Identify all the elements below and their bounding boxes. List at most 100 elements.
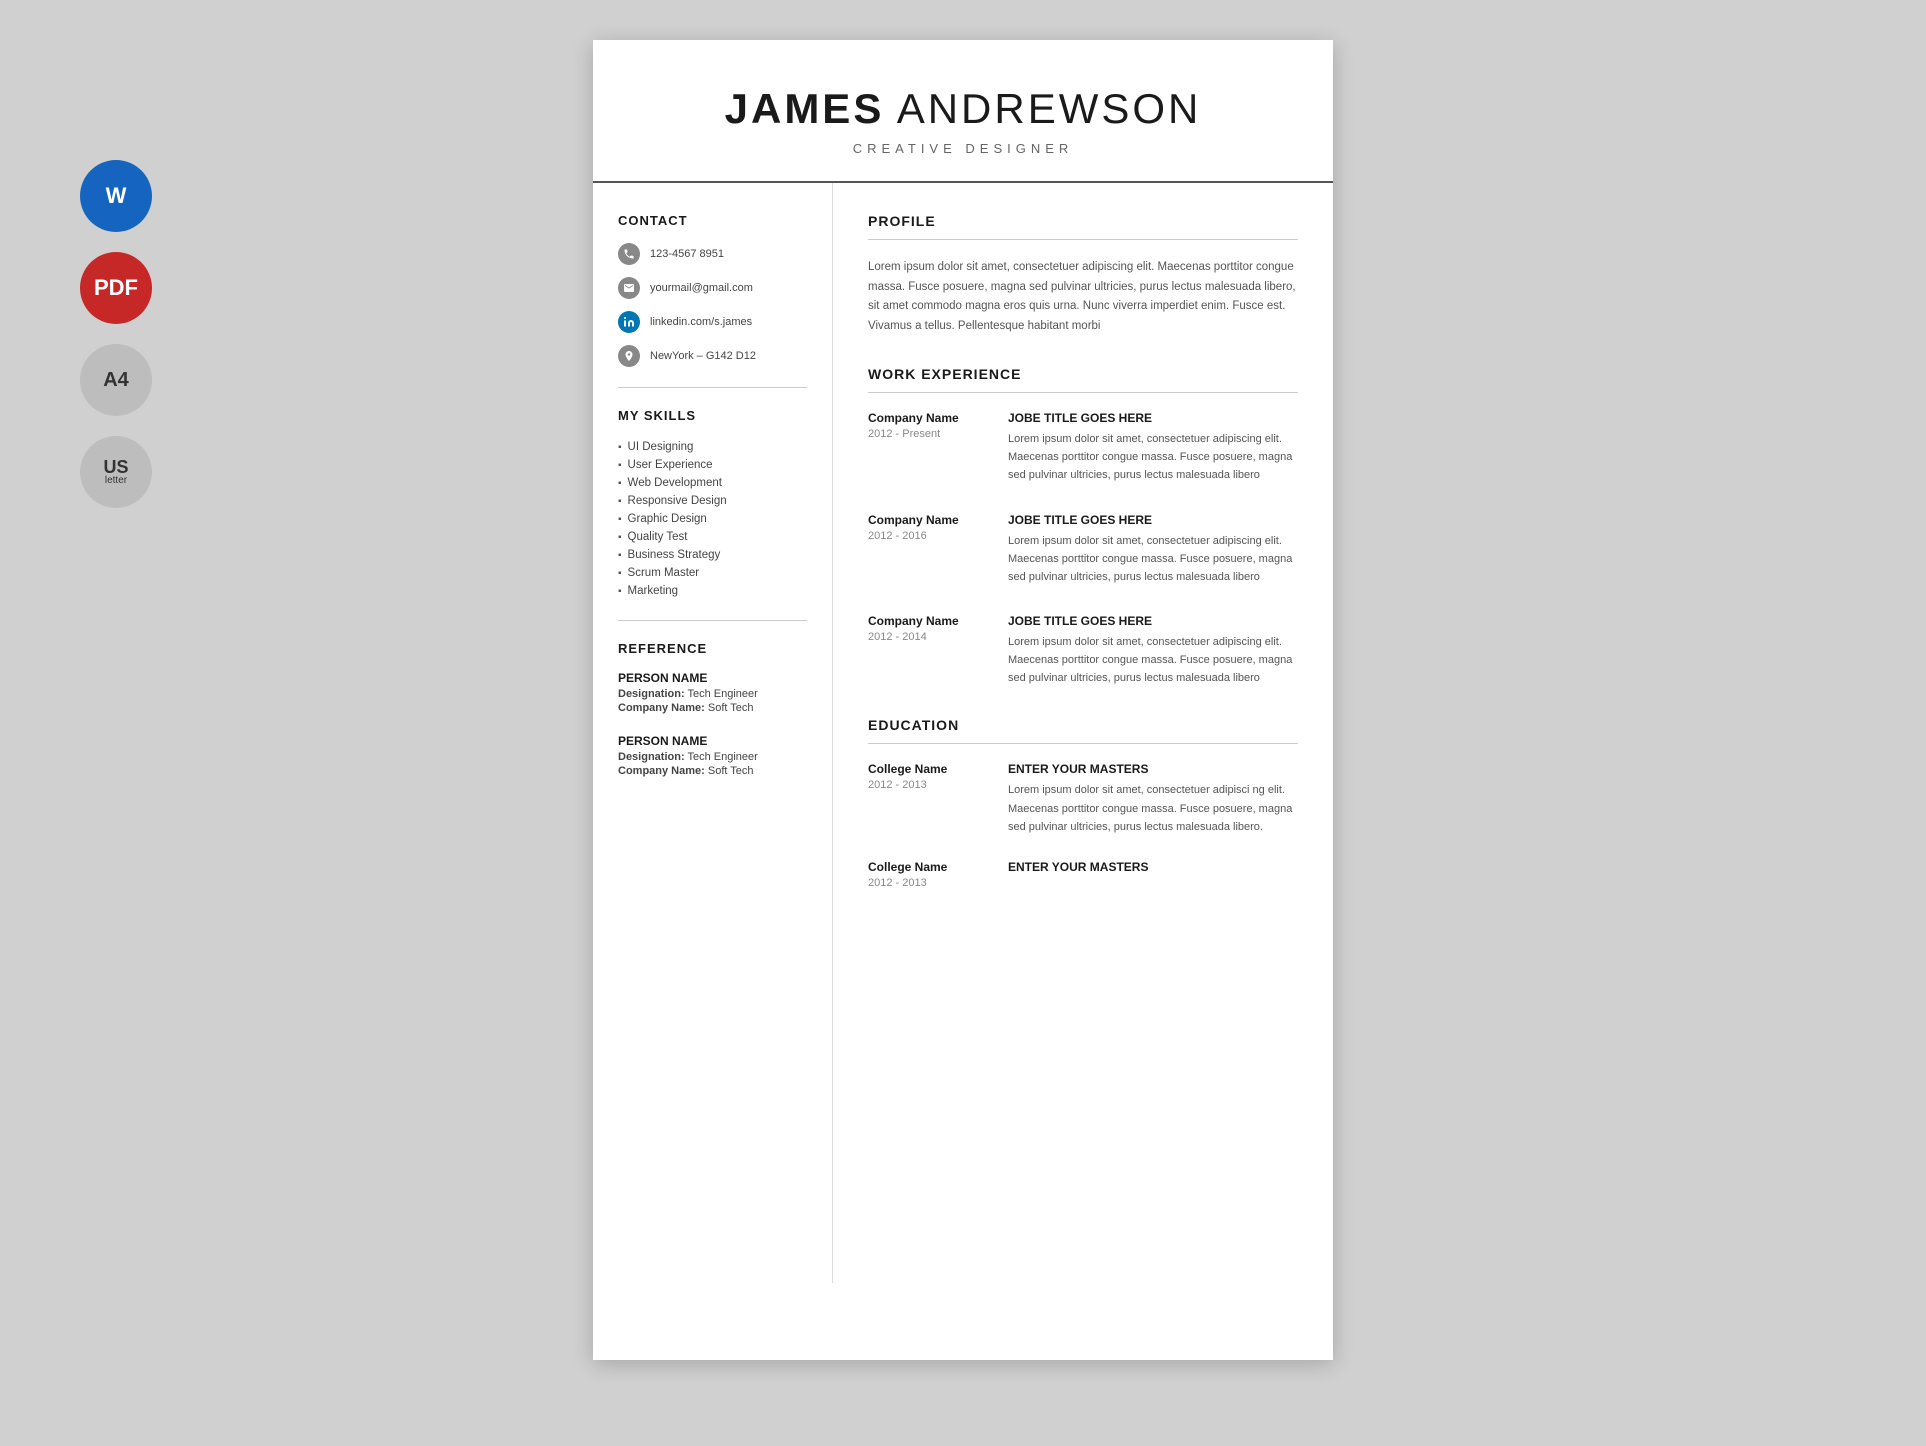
work-company-2: Company Name <box>868 513 988 527</box>
ref-designation-value-2: Tech Engineer <box>687 751 757 763</box>
skill-item: Responsive Design <box>618 492 807 510</box>
pdf-icon-label: PDF <box>94 277 138 299</box>
ref-designation-label-1: Designation: <box>618 688 685 700</box>
contact-divider <box>618 387 807 388</box>
edu-right-2: ENTER YOUR MASTERS <box>1008 860 1298 889</box>
contact-phone-item: 123-4567 8951 <box>618 243 807 265</box>
ref-company-1: Company Name: Soft Tech <box>618 702 807 714</box>
profile-text: Lorem ipsum dolor sit amet, consectetuer… <box>868 258 1298 336</box>
linkedin-icon <box>618 311 640 333</box>
edu-entry-1: College Name 2012 - 2013 ENTER YOUR MAST… <box>868 762 1298 835</box>
work-right-1: JOBE TITLE GOES HERE Lorem ipsum dolor s… <box>1008 411 1298 484</box>
skills-section: MY SKILLS UI Designing User Experience W… <box>618 408 807 600</box>
work-desc-3: Lorem ipsum dolor sit amet, consectetuer… <box>1008 633 1298 687</box>
work-divider <box>868 392 1298 393</box>
work-left-2: Company Name 2012 - 2016 <box>868 513 988 586</box>
location-icon <box>618 345 640 367</box>
ref-company-label-1: Company Name: <box>618 702 705 714</box>
edu-degree-2: ENTER YOUR MASTERS <box>1008 860 1298 874</box>
work-experience-section: WORK EXPERIENCE Company Name 2012 - Pres… <box>868 366 1298 687</box>
word-icon-badge[interactable]: W <box>80 160 152 232</box>
ref-designation-label-2: Designation: <box>618 751 685 763</box>
ref-company-2: Company Name: Soft Tech <box>618 765 807 777</box>
email-icon <box>618 277 640 299</box>
phone-svg <box>623 248 635 260</box>
word-icon-letter: W <box>106 185 127 207</box>
edu-college-2: College Name <box>868 860 988 874</box>
skill-item: User Experience <box>618 456 807 474</box>
us-icon-badge[interactable]: US letter <box>80 436 152 508</box>
ref-designation-2: Designation: Tech Engineer <box>618 751 807 763</box>
a4-icon-label: A4 <box>103 370 129 390</box>
work-right-3: JOBE TITLE GOES HERE Lorem ipsum dolor s… <box>1008 614 1298 687</box>
skills-list: UI Designing User Experience Web Develop… <box>618 438 807 600</box>
left-column: CONTACT 123-4567 8951 yourmail@gmail.com <box>593 183 833 1283</box>
ref-name-2: PERSON NAME <box>618 734 807 748</box>
reference-item-2: PERSON NAME Designation: Tech Engineer C… <box>618 734 807 777</box>
skill-item: Marketing <box>618 582 807 600</box>
sidebar-icons: W PDF A4 US letter <box>80 160 152 508</box>
education-divider <box>868 743 1298 744</box>
resume-paper: JAMES ANDREWSON CREATIVE DESIGNER CONTAC… <box>593 40 1333 1360</box>
ref-designation-value-1: Tech Engineer <box>687 688 757 700</box>
reference-item-1: PERSON NAME Designation: Tech Engineer C… <box>618 671 807 714</box>
phone-icon <box>618 243 640 265</box>
skill-item: Quality Test <box>618 528 807 546</box>
us-icon-sub: letter <box>105 476 127 486</box>
edu-right-1: ENTER YOUR MASTERS Lorem ipsum dolor sit… <box>1008 762 1298 835</box>
ref-company-value-2: Soft Tech <box>708 765 754 777</box>
skill-item: Business Strategy <box>618 546 807 564</box>
edu-entry-2: College Name 2012 - 2013 ENTER YOUR MAST… <box>868 860 1298 889</box>
contact-email-text: yourmail@gmail.com <box>650 282 753 294</box>
education-section: EDUCATION College Name 2012 - 2013 ENTER… <box>868 717 1298 888</box>
reference-section: REFERENCE PERSON NAME Designation: Tech … <box>618 641 807 777</box>
contact-linkedin-item: linkedin.com/s.james <box>618 311 807 333</box>
us-icon-label: US <box>103 458 128 476</box>
last-name: ANDREWSON <box>897 85 1202 132</box>
skills-section-title: MY SKILLS <box>618 408 807 423</box>
resume-name: JAMES ANDREWSON <box>633 85 1293 133</box>
linkedin-svg <box>623 316 635 328</box>
work-entry-1: Company Name 2012 - Present JOBE TITLE G… <box>868 411 1298 484</box>
ref-designation-1: Designation: Tech Engineer <box>618 688 807 700</box>
edu-degree-1: ENTER YOUR MASTERS <box>1008 762 1298 776</box>
email-svg <box>623 282 635 294</box>
contact-phone-text: 123-4567 8951 <box>650 248 724 260</box>
skill-item: Graphic Design <box>618 510 807 528</box>
work-company-1: Company Name <box>868 411 988 425</box>
contact-section: CONTACT 123-4567 8951 yourmail@gmail.com <box>618 213 807 367</box>
resume-title: CREATIVE DESIGNER <box>633 141 1293 156</box>
work-left-3: Company Name 2012 - 2014 <box>868 614 988 687</box>
education-section-title: EDUCATION <box>868 717 1298 733</box>
profile-section-title: PROFILE <box>868 213 1298 229</box>
work-right-2: JOBE TITLE GOES HERE Lorem ipsum dolor s… <box>1008 513 1298 586</box>
skills-divider <box>618 620 807 621</box>
work-section-title: WORK EXPERIENCE <box>868 366 1298 382</box>
edu-college-1: College Name <box>868 762 988 776</box>
edu-desc-1: Lorem ipsum dolor sit amet, consectetuer… <box>1008 781 1298 835</box>
profile-divider <box>868 239 1298 240</box>
work-entry-2: Company Name 2012 - 2016 JOBE TITLE GOES… <box>868 513 1298 586</box>
edu-left-1: College Name 2012 - 2013 <box>868 762 988 835</box>
skill-item: Scrum Master <box>618 564 807 582</box>
work-jobtitle-1: JOBE TITLE GOES HERE <box>1008 411 1298 425</box>
first-name: JAMES <box>725 85 885 132</box>
contact-section-title: CONTACT <box>618 213 807 228</box>
work-jobtitle-2: JOBE TITLE GOES HERE <box>1008 513 1298 527</box>
work-desc-1: Lorem ipsum dolor sit amet, consectetuer… <box>1008 430 1298 484</box>
edu-left-2: College Name 2012 - 2013 <box>868 860 988 889</box>
ref-company-label-2: Company Name: <box>618 765 705 777</box>
a4-icon-badge[interactable]: A4 <box>80 344 152 416</box>
work-dates-2: 2012 - 2016 <box>868 530 988 542</box>
contact-email-item: yourmail@gmail.com <box>618 277 807 299</box>
ref-name-1: PERSON NAME <box>618 671 807 685</box>
contact-linkedin-text: linkedin.com/s.james <box>650 316 752 328</box>
work-desc-2: Lorem ipsum dolor sit amet, consectetuer… <box>1008 532 1298 586</box>
pdf-icon-badge[interactable]: PDF <box>80 252 152 324</box>
work-left-1: Company Name 2012 - Present <box>868 411 988 484</box>
resume-header: JAMES ANDREWSON CREATIVE DESIGNER <box>593 40 1333 183</box>
contact-address-item: NewYork – G142 D12 <box>618 345 807 367</box>
edu-dates-1: 2012 - 2013 <box>868 779 988 791</box>
work-entry-3: Company Name 2012 - 2014 JOBE TITLE GOES… <box>868 614 1298 687</box>
reference-section-title: REFERENCE <box>618 641 807 656</box>
